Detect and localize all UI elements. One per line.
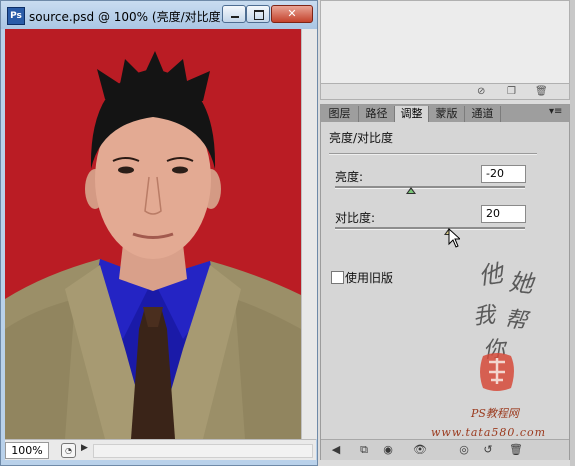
minimize-icon [231,16,239,18]
minimize-button[interactable] [222,5,246,23]
tab-adjustments[interactable]: 调整 [395,106,429,122]
watermark-site-url: www.tata580.com [431,426,547,439]
contrast-field[interactable]: 20 [481,205,526,223]
document-info-icon[interactable]: ◔ [61,443,76,458]
upper-panel [320,0,570,84]
brightness-field[interactable]: -20 [481,165,526,183]
window-edge [570,0,575,466]
watermark-site-name: PS教程网 [471,407,519,420]
maximize-icon [254,10,264,20]
vertical-scrollbar[interactable] [301,29,317,439]
contrast-slider[interactable] [335,227,525,230]
legacy-checkbox[interactable] [331,271,344,284]
maximize-button[interactable] [246,5,270,23]
tab-masks[interactable]: 蒙版 [429,106,465,122]
divider [329,153,537,155]
photoshop-icon: Ps [7,7,25,25]
trash-icon[interactable]: 🗑 [509,443,523,457]
watermark-char: 他 [477,259,508,290]
watermark-char: 我 [472,303,498,330]
window-title: source.psd @ 100% (亮度/对比度... [29,10,233,24]
adjustment-title: 亮度/对比度 [329,131,394,145]
contrast-label: 对比度: [335,211,376,225]
adjustments-panel: 图层 路径 调整 蒙版 通道 ▾≡ 亮度/对比度 亮度: -20 对比度: 20… [320,104,570,460]
tab-channels[interactable]: 通道 [465,106,501,122]
brightness-slider-thumb[interactable] [406,187,416,194]
watermark-char: 帮 [503,307,531,335]
mouse-cursor-icon [448,228,460,248]
red-seal-stamp [480,353,514,391]
portrait-photo [5,29,301,439]
no-entry-icon[interactable]: ⊘ [477,86,485,97]
watermark-char: 她 [508,268,538,299]
tab-paths[interactable]: 路径 [359,106,395,122]
visibility-eye-icon[interactable]: 👁 [413,443,427,457]
close-button[interactable]: ✕ [271,5,313,23]
status-menu-arrow-icon[interactable]: ▶ [81,443,88,453]
zoom-level[interactable]: 100% [5,442,49,459]
legacy-label: 使用旧版 [345,271,394,285]
trash-icon[interactable]: 🗑 [535,86,548,97]
clip-to-layer-icon[interactable]: ◉ [381,443,395,457]
title-bar[interactable]: Ps source.psd @ 100% (亮度/对比度... ✕ [1,1,317,29]
back-arrow-icon[interactable]: ◀ [329,443,343,457]
document-window: Ps source.psd @ 100% (亮度/对比度... ✕ 100% ◔… [0,0,318,466]
expand-view-icon[interactable]: ⧉ [357,443,371,457]
brightness-label: 亮度: [335,170,364,184]
panel-tabs: 图层 路径 调整 蒙版 通道 ▾≡ [321,105,569,122]
panel-bottom-toolbar: ◀ ⧉ ◉ 👁 ◎ ↺ 🗑 [321,439,569,460]
upper-panel-toolbar: ⊘ ❐ 🗑 [320,84,570,100]
tab-layers[interactable]: 图层 [321,106,359,122]
view-previous-state-icon[interactable]: ◎ [457,443,471,457]
horizontal-scrollbar[interactable] [93,444,313,458]
new-item-icon[interactable]: ❐ [507,86,516,97]
panel-menu-icon[interactable]: ▾≡ [549,106,562,117]
image-canvas[interactable] [5,29,301,439]
close-icon: ✕ [287,7,297,20]
status-bar: 100% ◔ ▶ [5,439,316,460]
brightness-slider[interactable] [335,186,525,189]
reset-icon[interactable]: ↺ [481,443,495,457]
